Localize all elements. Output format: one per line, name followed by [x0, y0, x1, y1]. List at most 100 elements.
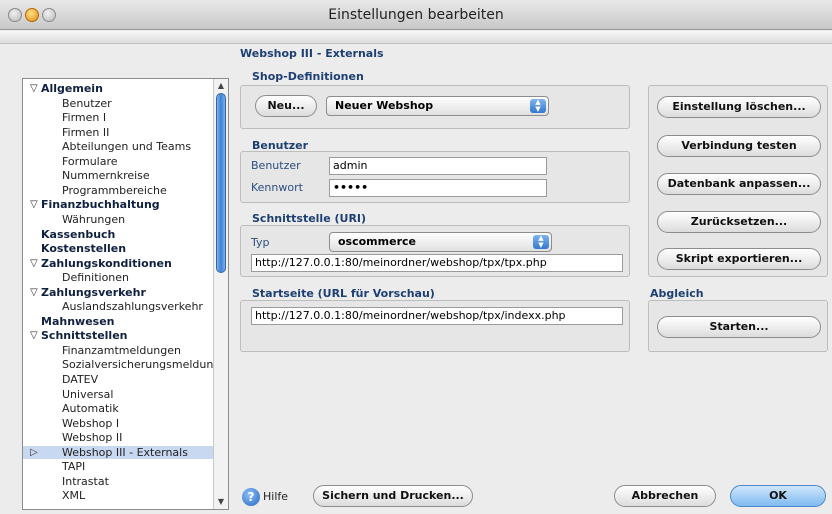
disclosure-triangle-icon[interactable]: ▽	[30, 329, 40, 342]
tree-item[interactable]: DATEV	[23, 373, 213, 386]
help-label[interactable]: Hilfe	[263, 490, 288, 503]
interface-group-title: Schnittstelle (URI)	[252, 212, 367, 225]
tree-item-label: Zahlungskonditionen	[41, 256, 172, 270]
window-title: Einstellungen bearbeiten	[328, 7, 504, 23]
shop-definitions-title: Shop-Definitionen	[252, 70, 364, 83]
shop-select[interactable]: Neuer Webshop ▲ ▼	[326, 96, 549, 116]
export-script-button[interactable]: Skript exportieren...	[657, 248, 821, 270]
disclosure-triangle-icon[interactable]: ▽	[30, 286, 40, 299]
tree-item[interactable]: Benutzer	[23, 97, 213, 110]
tree-item-label: XML	[62, 489, 86, 503]
tree-item[interactable]: Universal	[23, 388, 213, 401]
tree-item[interactable]: Programmbereiche	[23, 184, 213, 197]
tree-item[interactable]: TAPI	[23, 460, 213, 473]
tree-item-label: Formulare	[62, 154, 118, 168]
new-shop-button[interactable]: Neu...	[255, 95, 317, 117]
disclosure-triangle-icon[interactable]: ▽	[30, 257, 40, 270]
type-select[interactable]: oscommerce ▲ ▼	[329, 232, 552, 252]
tree-item[interactable]: Sozialversicherungsmeldun...	[23, 358, 213, 371]
tree-item[interactable]: Automatik	[23, 402, 213, 415]
tree-item[interactable]: Webshop I	[23, 417, 213, 430]
tree-item-label: Benutzer	[62, 96, 112, 110]
tree-item[interactable]: Kassenbuch	[23, 228, 213, 241]
tree-item-label: Finanzbuchhaltung	[41, 198, 160, 212]
tree-item-label: Abteilungen und Teams	[62, 140, 192, 154]
title-bar: Einstellungen bearbeiten	[0, 0, 832, 30]
tree-item-label: Nummernkreise	[62, 169, 150, 183]
tree-item-label: Kostenstellen	[41, 242, 127, 256]
tree-item-label: Allgemein	[41, 82, 103, 95]
header-strip	[0, 31, 832, 44]
tree-item[interactable]: Webshop II	[23, 431, 213, 444]
tree-item-label: Webshop III - Externals	[62, 445, 188, 459]
tree-scrollbar[interactable]: ▲ ▼	[213, 79, 228, 509]
test-connection-button[interactable]: Verbindung testen	[657, 135, 821, 157]
scroll-thumb[interactable]	[216, 93, 226, 273]
tree-item-label: Firmen II	[62, 125, 110, 139]
section-title: Webshop III - Externals	[240, 47, 384, 60]
tree-item[interactable]: ▽ Schnittstellen	[23, 329, 213, 342]
reset-button[interactable]: Zurücksetzen...	[657, 211, 821, 233]
tree-item-label: Automatik	[62, 402, 119, 416]
tree-item-label: Zahlungsverkehr	[41, 285, 146, 299]
startpage-url-field[interactable]: http://127.0.0.1:80/meinordner/webshop/t…	[251, 307, 623, 325]
tree-item-label: Webshop II	[62, 431, 123, 445]
tree-item[interactable]: Abteilungen und Teams	[23, 140, 213, 153]
type-select-value: oscommerce	[338, 235, 416, 248]
settings-tree[interactable]: XML Intrastat TAPI ▷ Webshop III - Externals…	[22, 78, 229, 510]
disclosure-triangle-icon[interactable]: ▽	[30, 198, 40, 211]
tree-item[interactable]: Firmen II	[23, 126, 213, 139]
tree-item-label: DATEV	[62, 373, 99, 386]
actions-group: Einstellung löschen... Verbindung testen…	[648, 85, 828, 277]
tree-item[interactable]: ▷ Webshop III - Externals	[23, 445, 213, 459]
startpage-group: http://127.0.0.1:80/meinordner/webshop/t…	[240, 300, 630, 352]
selection-marker-icon[interactable]: ▷	[30, 446, 40, 459]
cancel-button[interactable]: Abbrechen	[614, 485, 716, 507]
password-field[interactable]: •••••	[329, 179, 547, 197]
user-group: Benutzer admin Kennwort •••••	[240, 151, 630, 203]
interface-group: Typ oscommerce ▲ ▼ http://127.0.0.1:80/me…	[240, 225, 630, 277]
startpage-group-title: Startseite (URL für Vorschau)	[252, 287, 435, 300]
scroll-down-icon[interactable]: ▼	[216, 497, 226, 506]
tree-item[interactable]: ▽ Allgemein	[23, 82, 213, 95]
tree-item-label: Firmen I	[62, 111, 107, 125]
tree-item-label: Kassenbuch	[41, 227, 116, 241]
user-field[interactable]: admin	[329, 157, 547, 175]
tree-item-label: Finanzamtmeldungen	[62, 343, 181, 357]
tree-item-label: Währungen	[62, 212, 126, 226]
tree-item[interactable]: Firmen I	[23, 111, 213, 124]
tree-item-label: Mahnwesen	[41, 314, 115, 328]
tree-item[interactable]: ▽ Zahlungskonditionen	[23, 257, 213, 270]
start-sync-button[interactable]: Starten...	[657, 316, 821, 338]
tree-item[interactable]: Finanzamtmeldungen	[23, 344, 213, 357]
save-and-print-button[interactable]: Sichern und Drucken...	[313, 485, 473, 507]
tree-item[interactable]: ▽ Zahlungsverkehr	[23, 286, 213, 299]
ok-button[interactable]: OK	[730, 485, 826, 507]
tree-item[interactable]: Währungen	[23, 213, 213, 226]
tree-item[interactable]: Definitionen	[23, 271, 213, 284]
scroll-up-icon[interactable]: ▲	[216, 81, 226, 90]
tree-item-label: Intrastat	[62, 474, 109, 488]
user-label: Benutzer	[251, 159, 301, 172]
disclosure-triangle-icon[interactable]: ▽	[30, 82, 40, 95]
popup-arrows-icon: ▲ ▼	[530, 99, 546, 113]
tree-item[interactable]: Intrastat	[23, 475, 213, 488]
tree-item[interactable]: Nummernkreise	[23, 169, 213, 182]
delete-setting-button[interactable]: Einstellung löschen...	[657, 96, 821, 118]
tree-item-label: Definitionen	[62, 271, 130, 285]
tree-item[interactable]: Mahnwesen	[23, 315, 213, 328]
tree-item-label: Programmbereiche	[62, 183, 167, 197]
settings-window: Einstellungen bearbeiten Webshop III - E…	[0, 0, 832, 514]
uri-field[interactable]: http://127.0.0.1:80/meinordner/webshop/t…	[251, 254, 623, 272]
tree-item[interactable]: Auslandszahlungsverkehr	[23, 300, 213, 313]
tree-item[interactable]: Formulare	[23, 155, 213, 168]
tree-item-label: Universal	[62, 387, 114, 401]
tree-item-label: Webshop I	[62, 416, 120, 430]
tree-item[interactable]: Kostenstellen	[23, 242, 213, 255]
tree-item[interactable]: XML	[23, 489, 213, 502]
popup-arrows-icon: ▲ ▼	[533, 235, 549, 249]
adjust-database-button[interactable]: Datenbank anpassen...	[657, 173, 821, 195]
shop-select-value: Neuer Webshop	[335, 99, 434, 112]
tree-item[interactable]: ▽ Finanzbuchhaltung	[23, 198, 213, 211]
help-icon[interactable]: ?	[242, 488, 260, 506]
